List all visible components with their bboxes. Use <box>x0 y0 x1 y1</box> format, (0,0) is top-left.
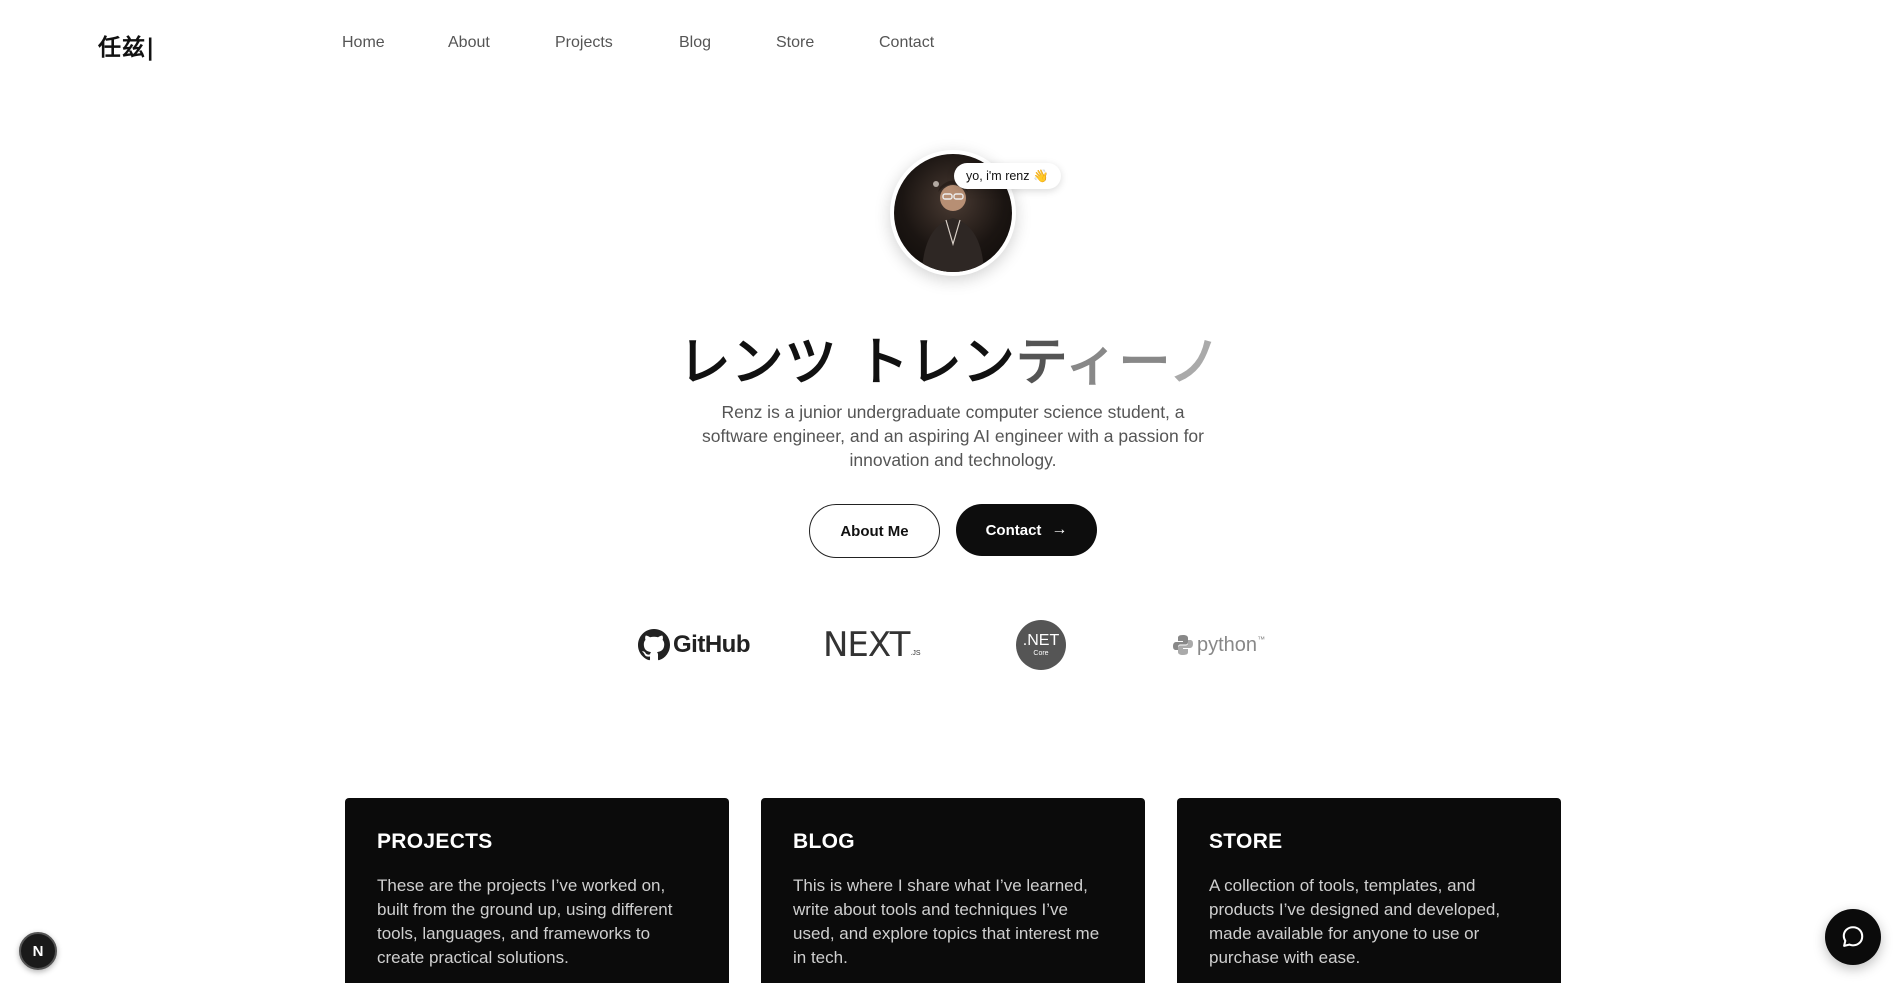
dotnet-badge: .NET Core <box>1016 620 1066 670</box>
dotnet-wordmark: .NET <box>1022 631 1060 649</box>
hero-title-fade-2: ィー <box>1065 333 1169 393</box>
about-me-button[interactable]: About Me <box>809 504 940 558</box>
nav-home-link[interactable]: Home <box>342 34 448 52</box>
blog-card-body: This is where I share what I’ve learned,… <box>793 876 1100 967</box>
hero-title-main: レンツ トレン <box>678 333 1016 393</box>
nextjs-dev-badge-letter: N <box>32 942 44 960</box>
store-card[interactable]: STORE A collection of tools, templates, … <box>1177 798 1561 983</box>
github-logo: GitHub <box>638 620 750 670</box>
store-card-body: A collection of tools, templates, and pr… <box>1209 876 1501 967</box>
site-logo[interactable]: 任兹| <box>98 28 155 62</box>
greeting-bubble: yo, i'm renz 👋 <box>954 163 1061 189</box>
chat-bubble-icon <box>1842 926 1864 947</box>
python-trademark: ™ <box>1257 634 1266 644</box>
nextjs-dev-badge[interactable]: N <box>19 932 57 970</box>
chat-button[interactable] <box>1825 909 1881 965</box>
arrow-right-icon: → <box>1051 521 1068 538</box>
main-nav: Home About Projects Blog Store Contact <box>342 34 959 52</box>
projects-card-body: These are the projects I’ve worked on, b… <box>377 876 673 967</box>
nav-about-link[interactable]: About <box>448 34 555 52</box>
store-card-title: STORE <box>1209 830 1283 853</box>
nav-store-link[interactable]: Store <box>776 34 879 52</box>
dotnet-core-logo: .NET Core <box>1016 620 1066 670</box>
contact-button-label: Contact <box>985 521 1042 539</box>
hero-title-fade-3: ノ <box>1168 333 1222 393</box>
hero-title: レンツ トレンティーノ <box>0 320 1900 395</box>
hero-title-fade-1: テ <box>1015 333 1066 393</box>
projects-card-title: PROJECTS <box>377 830 493 853</box>
contact-button[interactable]: Contact → <box>956 504 1097 556</box>
nextjs-logo: NEXT .JS <box>823 620 921 670</box>
dotnet-core-label: Core <box>1033 649 1049 657</box>
blog-card[interactable]: BLOG This is where I share what I’ve lea… <box>761 798 1145 983</box>
nextjs-suffix: .JS <box>910 649 921 657</box>
nav-projects-link[interactable]: Projects <box>555 34 679 52</box>
nav-contact-link[interactable]: Contact <box>879 34 959 52</box>
python-icon <box>1173 635 1193 655</box>
nav-blog-link[interactable]: Blog <box>679 34 776 52</box>
about-me-button-label: About Me <box>840 522 909 540</box>
python-logo: python ™ <box>1172 620 1265 670</box>
nextjs-wordmark: NEXT <box>823 625 910 665</box>
python-wordmark: python <box>1197 633 1258 656</box>
hero-description: Renz is a junior undergraduate computer … <box>702 402 1204 470</box>
projects-card[interactable]: PROJECTS These are the projects I’ve wor… <box>345 798 729 983</box>
top-navigation-bar: 任兹| Home About Projects Blog Store Conta… <box>0 0 1900 88</box>
github-icon <box>638 629 670 661</box>
github-wordmark: GitHub <box>673 631 750 658</box>
blog-card-title: BLOG <box>793 830 855 853</box>
